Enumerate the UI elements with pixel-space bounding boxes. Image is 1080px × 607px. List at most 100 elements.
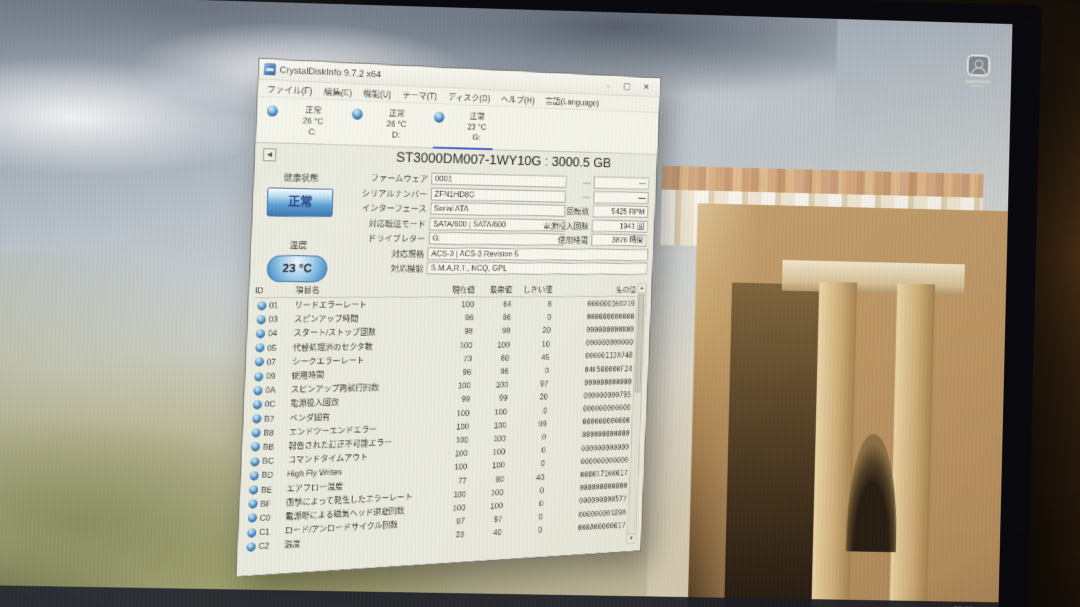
- smart-current: 100: [437, 434, 475, 445]
- smart-raw-value: 000000160219: [558, 299, 635, 308]
- good-status-dot-icon: [254, 372, 263, 381]
- disk-tab-D[interactable]: 正常26 °CD:: [345, 102, 429, 147]
- tab-scroll-left-button[interactable]: ◀: [263, 148, 276, 161]
- window-title: CrystalDiskInfo 9.7.2 x64: [279, 64, 381, 80]
- crystaldiskinfo-window: CrystalDiskInfo 9.7.2 x64 –▢✕ ファイル(F)編集(…: [235, 58, 661, 578]
- smart-header-cell: 項目名: [295, 284, 444, 296]
- app-icon: [264, 63, 276, 76]
- smart-threshold: 0: [510, 498, 551, 509]
- smart-worst: 100: [479, 339, 517, 349]
- disk-status-icon: [267, 105, 278, 116]
- person-badge-icon: [966, 54, 990, 76]
- smart-status-icon: [245, 513, 260, 523]
- tab-drive-letter: G:: [472, 132, 480, 143]
- smart-threshold: 99: [513, 418, 554, 429]
- info-field-label: —: [531, 191, 593, 202]
- good-status-dot-icon: [251, 443, 260, 452]
- smart-threshold: 0: [509, 525, 550, 537]
- smart-id: B8: [263, 427, 289, 438]
- smart-attribute-name: 代替処理済のセクタ数: [293, 339, 442, 353]
- smart-id: BF: [260, 497, 286, 508]
- temperature-button[interactable]: 23 °C: [266, 255, 327, 282]
- menu-item-4[interactable]: ディスク(D): [442, 89, 496, 104]
- smart-worst: 96: [478, 366, 516, 376]
- smart-status-icon: [250, 386, 265, 395]
- good-status-dot-icon: [250, 471, 259, 480]
- smart-threshold: 0: [513, 432, 554, 443]
- smart-threshold: 20: [514, 392, 555, 402]
- smart-id: 07: [267, 356, 293, 366]
- menu-item-5[interactable]: ヘルプ(H): [495, 92, 540, 106]
- tab-status: 正常: [470, 111, 485, 122]
- good-status-dot-icon: [248, 513, 257, 522]
- good-status-dot-icon: [252, 428, 261, 437]
- disk-tab-C[interactable]: 正常26 °CC:: [260, 99, 347, 145]
- minimize-button[interactable]: –: [598, 76, 618, 94]
- smart-raw-value: 000000000000: [552, 443, 629, 454]
- smart-threshold: 20: [517, 326, 558, 336]
- disk-tab-G[interactable]: 正常23 °CG:: [427, 106, 508, 150]
- info-field-value: —: [593, 191, 649, 204]
- maximize-button[interactable]: ▢: [617, 77, 637, 95]
- scrollbar-thumb[interactable]: [635, 294, 645, 392]
- smart-rows: 01リードエラーレート10064600000016021903スピンアップ時間9…: [243, 297, 635, 554]
- good-status-dot-icon: [253, 400, 262, 409]
- menu-item-2[interactable]: 機能(U): [357, 86, 397, 100]
- smart-threshold: 0: [511, 458, 552, 469]
- smart-current: 100: [435, 489, 473, 500]
- menu-item-3[interactable]: テーマ(T): [397, 87, 443, 101]
- smart-id: 0C: [265, 399, 291, 410]
- smart-status-icon: [250, 400, 265, 409]
- smart-current: 100: [436, 462, 474, 473]
- info-field-label: ドライブレター: [346, 231, 429, 244]
- smart-current: 23: [433, 529, 471, 541]
- smart-current: 100: [438, 407, 476, 418]
- smart-attribute-name: スピンアップ時間: [294, 312, 443, 325]
- menu-item-1[interactable]: 編集(E): [318, 84, 358, 98]
- smart-current: 77: [436, 475, 474, 486]
- scroll-up-icon[interactable]: ▲: [638, 284, 646, 293]
- smart-raw-value: 000000000000: [555, 377, 632, 387]
- smart-id: 01: [269, 300, 295, 310]
- smart-id: 03: [268, 314, 294, 324]
- info-field-label: 対応規格: [346, 247, 428, 260]
- watermark-marking: [963, 80, 992, 89]
- smart-status-icon: [254, 315, 269, 324]
- menu-item-0[interactable]: ファイル(F): [261, 82, 319, 97]
- smart-id: B7: [264, 413, 290, 424]
- menu-item-6[interactable]: 言語(Language): [540, 94, 605, 109]
- info-field: 対応規格ACS-3 | ACS-3 Revision 5: [346, 245, 648, 262]
- health-status-button[interactable]: 正常: [266, 187, 333, 217]
- smart-header-row: ID項目名現在値最悪値しきい値生の値: [255, 283, 636, 298]
- smart-header-cell: 最悪値: [482, 284, 520, 295]
- disk-status-icon: [434, 112, 445, 123]
- main-panel: ◀ 健康状態 正常 温度 23 °C ST3000DM007-1WY10G : …: [236, 143, 657, 576]
- tab-drive-letter: D:: [392, 129, 400, 140]
- close-button[interactable]: ✕: [636, 78, 656, 96]
- good-status-dot-icon: [257, 315, 266, 324]
- info-field: 使用時間3876 時間: [529, 232, 647, 248]
- good-status-dot-icon: [256, 329, 265, 338]
- window-controls: –▢✕: [598, 76, 656, 96]
- smart-threshold: 40: [511, 472, 552, 483]
- monitor-bezel: CrystalDiskInfo 9.7.2 x64 –▢✕ ファイル(F)編集(…: [0, 0, 1042, 607]
- health-label: 健康状態: [258, 170, 344, 185]
- screen: CrystalDiskInfo 9.7.2 x64 –▢✕ ファイル(F)編集(…: [0, 0, 1012, 607]
- scroll-down-icon[interactable]: ▼: [627, 533, 635, 543]
- watermark: [963, 54, 993, 88]
- smart-id: BD: [261, 469, 287, 480]
- tab-status: 正常: [389, 108, 405, 119]
- drive-info-grid: ファームウェア0001シリアルナンバーZFN1HD8GインターフェースSeria…: [345, 169, 651, 277]
- info-field-label: 対応転送モード: [347, 216, 430, 230]
- smart-id: 0A: [265, 385, 291, 396]
- smart-worst: 100: [475, 433, 513, 444]
- smart-worst: 100: [474, 460, 512, 471]
- smart-worst: 96: [481, 313, 519, 323]
- good-status-dot-icon: [255, 357, 264, 366]
- smart-worst: 40: [471, 527, 509, 539]
- smart-status-icon: [249, 428, 264, 437]
- smart-worst: 100: [478, 380, 516, 390]
- smart-id: BE: [261, 483, 287, 494]
- info-field-value: ACS-3 | ACS-3 Revision 5: [428, 247, 649, 261]
- good-status-dot-icon: [253, 386, 262, 395]
